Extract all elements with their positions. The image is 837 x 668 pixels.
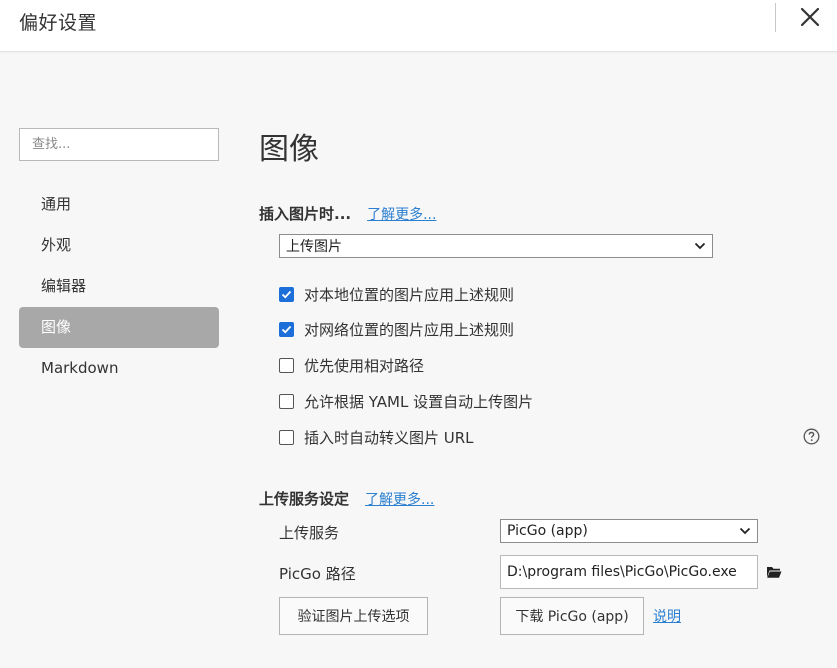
upload-section-header: 上传服务设定 了解更多...	[259, 488, 434, 509]
close-icon	[800, 7, 820, 27]
chevron-down-icon	[694, 242, 706, 250]
option-label: 插入时自动转义图片 URL	[304, 428, 474, 447]
verify-upload-button[interactable]: 验证图片上传选项	[279, 597, 428, 635]
insert-action-select[interactable]: 上传图片	[279, 234, 713, 258]
insert-learn-more-link[interactable]: 了解更多...	[367, 204, 436, 224]
check-icon	[281, 325, 292, 333]
option-local-images[interactable]: 对本地位置的图片应用上述规则	[279, 284, 514, 304]
checkbox-unchecked[interactable]	[279, 393, 294, 409]
help-icon[interactable]	[803, 428, 820, 445]
checkbox-checked[interactable]	[279, 286, 294, 302]
folder-icon[interactable]	[766, 565, 782, 579]
page-title: 图像	[259, 132, 319, 167]
upload-service-value: PicGo (app)	[507, 523, 588, 539]
chevron-down-icon	[739, 527, 751, 535]
checkbox-unchecked[interactable]	[279, 357, 294, 373]
option-escape-url[interactable]: 插入时自动转义图片 URL	[279, 427, 474, 447]
insert-section-header: 插入图片时... 了解更多...	[259, 203, 436, 224]
picgo-path-label: PicGo 路径	[279, 565, 356, 583]
sidebar-nav: 通用 外观 编辑器 图像 Markdown	[19, 184, 219, 389]
option-label: 对本地位置的图片应用上述规则	[304, 285, 515, 304]
sidebar-item-general[interactable]: 通用	[19, 184, 219, 225]
sidebar-item-markdown[interactable]: Markdown	[19, 348, 219, 389]
search-input[interactable]	[19, 128, 219, 161]
option-label: 优先使用相对路径	[304, 356, 425, 375]
upload-service-select[interactable]: PicGo (app)	[500, 519, 758, 543]
title-bar: 偏好设置	[0, 0, 837, 52]
checkbox-checked[interactable]	[279, 321, 294, 337]
option-relative-path[interactable]: 优先使用相对路径	[279, 355, 424, 375]
insert-section-heading: 插入图片时...	[259, 205, 352, 223]
option-yaml-upload[interactable]: 允许根据 YAML 设置自动上传图片	[279, 391, 533, 411]
option-label: 对网络位置的图片应用上述规则	[304, 320, 515, 339]
help-link[interactable]: 说明	[653, 606, 681, 626]
check-icon	[281, 290, 292, 298]
title-divider	[775, 3, 776, 32]
download-picgo-button[interactable]: 下载 PicGo (app)	[500, 597, 644, 635]
insert-action-value: 上传图片	[286, 239, 342, 255]
upload-service-label: 上传服务	[279, 524, 340, 542]
upload-learn-more-link[interactable]: 了解更多...	[365, 489, 434, 509]
checkbox-unchecked[interactable]	[279, 429, 294, 445]
sidebar-item-editor[interactable]: 编辑器	[19, 266, 219, 307]
sidebar-item-image[interactable]: 图像	[19, 307, 219, 348]
close-button[interactable]	[797, 4, 823, 30]
upload-section-heading: 上传服务设定	[259, 490, 350, 508]
sidebar-item-appearance[interactable]: 外观	[19, 225, 219, 266]
option-network-images[interactable]: 对网络位置的图片应用上述规则	[279, 319, 514, 339]
window-title: 偏好设置	[19, 12, 98, 34]
picgo-path-input[interactable]	[500, 555, 758, 589]
option-label: 允许根据 YAML 设置自动上传图片	[304, 392, 534, 411]
